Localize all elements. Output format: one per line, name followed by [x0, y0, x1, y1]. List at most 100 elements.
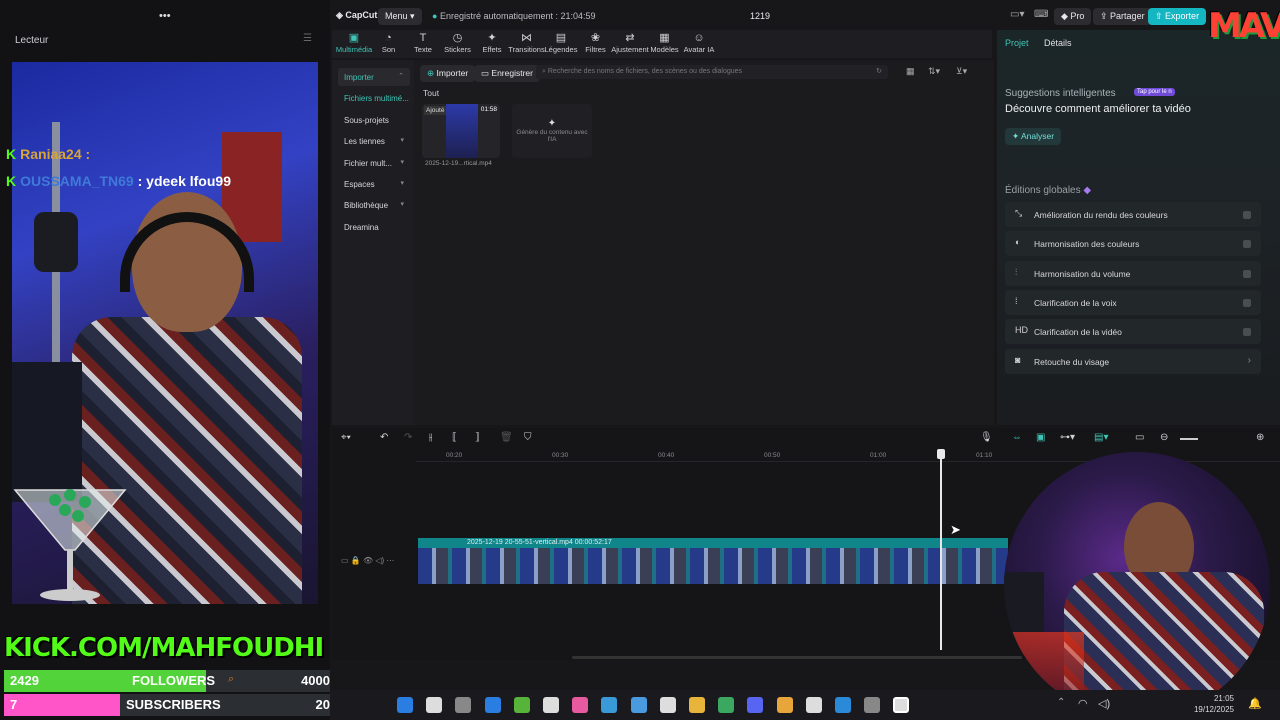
global-edit-item[interactable]: ⁞ Clarification de la voix: [1005, 289, 1261, 315]
sidebar-item-fichier-mult-[interactable]: Fichier mult... ▾: [338, 154, 410, 172]
global-edit-item[interactable]: HD Clarification de la vidéo: [1005, 319, 1261, 345]
copilot-icon[interactable]: [572, 697, 589, 713]
folder-icon[interactable]: [689, 697, 705, 713]
global-edit-item[interactable]: ⤡ Amélioration du rendu des couleurs: [1005, 202, 1261, 227]
wifi-icon[interactable]: ◠: [1078, 697, 1088, 710]
grid-view-icon[interactable]: ▦: [906, 66, 915, 77]
keyboard-icon[interactable]: ⌨: [1034, 9, 1048, 20]
filter-all-label[interactable]: Tout: [423, 88, 439, 98]
global-edits-title: Éditions globales ◆: [1005, 185, 1091, 196]
chat-separator: :: [81, 146, 91, 162]
clock-date[interactable]: 19/12/2025: [1186, 705, 1234, 714]
playhead[interactable]: [940, 450, 942, 650]
tab-project[interactable]: Projet: [1005, 38, 1029, 48]
mouse-cursor-icon: ➤: [950, 522, 961, 537]
more-options-icon[interactable]: •••: [159, 10, 171, 22]
tool-avatar-ia[interactable]: ☺ Avatar IA: [679, 32, 719, 54]
sidebar-item-espaces[interactable]: Espaces ▾: [338, 175, 410, 193]
search-icon[interactable]: [426, 697, 443, 713]
app-icon[interactable]: [776, 697, 793, 713]
sidebar-item-dreamina[interactable]: Dreamina: [338, 218, 410, 236]
record-button[interactable]: ▭ Enregistrer: [474, 65, 540, 82]
edit-label: Amélioration du rendu des couleurs: [1034, 210, 1168, 220]
tab-details[interactable]: Détails: [1044, 38, 1072, 48]
notification-icon[interactable]: 🔔: [1248, 697, 1262, 710]
caption-icon[interactable]: ▭: [1135, 432, 1144, 443]
refresh-icon[interactable]: ↻: [876, 67, 882, 75]
network-app-icon[interactable]: [484, 697, 501, 713]
studio-equipment: [1004, 572, 1044, 632]
vscode-icon[interactable]: [630, 697, 647, 713]
delete-icon[interactable]: 🗑: [500, 432, 513, 443]
edit-icon: HD: [1015, 325, 1028, 336]
edit-icon: ⤡: [1015, 208, 1023, 218]
select-tool-icon[interactable]: ⌖▾: [341, 432, 351, 443]
sidebar-item-les-tiennes[interactable]: Les tiennes ▾: [338, 132, 410, 150]
obs-icon[interactable]: [805, 697, 822, 713]
filter-icon[interactable]: ⊻▾: [956, 66, 967, 77]
toggle-switch[interactable]: [1243, 269, 1251, 278]
horizontal-scrollbar[interactable]: [572, 656, 1022, 659]
link-icon[interactable]: ⇔: [1012, 432, 1022, 443]
edge-icon[interactable]: [835, 697, 851, 713]
search-input[interactable]: ⌕ Recherche des noms de fichiers, des sc…: [536, 65, 888, 79]
tool-label: Ajustement: [611, 45, 649, 54]
split-right-icon[interactable]: ⟧: [475, 432, 480, 443]
subscribers-count: 7: [10, 697, 18, 712]
sidebar-item-importer[interactable]: Importer ⌃: [338, 68, 410, 86]
chain-icon[interactable]: ⊶▾: [1060, 432, 1075, 443]
sidebar-item-sous-projets[interactable]: Sous-projets: [338, 111, 410, 129]
steam-icon[interactable]: [543, 697, 559, 713]
toggle-switch[interactable]: [1243, 211, 1251, 219]
split-left-icon[interactable]: ⟦: [452, 432, 457, 443]
settings-icon[interactable]: [864, 697, 881, 713]
undo-icon[interactable]: ↶: [380, 432, 388, 443]
tray-up-icon[interactable]: ⌃: [1057, 697, 1065, 708]
import-button[interactable]: ⊕ Importer: [420, 65, 476, 82]
ruler-tick-label: 00:40: [658, 452, 675, 459]
track-controls[interactable]: ▭ 🔒 👁 ◁) ⋯: [341, 556, 394, 565]
sort-icon[interactable]: ⇅▾: [928, 66, 940, 77]
volume-icon[interactable]: ◁): [1098, 697, 1110, 710]
task-view-icon[interactable]: [455, 697, 472, 713]
toggle-switch[interactable]: [1243, 240, 1251, 249]
export-button[interactable]: ⇧ Exporter: [1148, 8, 1207, 25]
pro-button[interactable]: ◆ Pro: [1054, 8, 1092, 25]
split-icon[interactable]: ⫲: [429, 432, 432, 443]
microphone-icon[interactable]: 🎙: [980, 432, 993, 443]
zoom-out-icon[interactable]: ⊖: [1160, 432, 1168, 443]
ps-app-icon[interactable]: [513, 697, 530, 713]
playhead-handle[interactable]: [937, 449, 945, 459]
layout-icon[interactable]: ▭▾: [1010, 9, 1024, 20]
toggle-switch[interactable]: [1243, 298, 1251, 307]
clock-time[interactable]: 21:05: [1186, 694, 1234, 703]
windows-start-icon[interactable]: [397, 697, 413, 713]
menu-icon[interactable]: ☰: [303, 33, 312, 44]
project-name[interactable]: 1219: [750, 11, 770, 21]
capcut-icon[interactable]: [659, 697, 676, 713]
global-edit-item[interactable]: ⫶ Harmonisation du volume: [1005, 260, 1261, 286]
shield-icon[interactable]: ⛉: [524, 432, 532, 443]
zoom-in-icon[interactable]: ⊕: [1256, 432, 1264, 443]
kick-icon: K: [6, 146, 17, 162]
toggle-switch[interactable]: [1243, 328, 1251, 337]
share-button[interactable]: ⇪ Partager: [1093, 8, 1152, 25]
capcut-active-icon[interactable]: [893, 697, 910, 713]
zoom-slider[interactable]: [1180, 438, 1198, 440]
menu-button[interactable]: Menu ▾: [378, 8, 422, 25]
preview-icon[interactable]: ▤▾: [1094, 432, 1108, 443]
media-thumbnail[interactable]: Ajouté 01:58: [422, 104, 500, 158]
sidebar-item-biblioth-que[interactable]: Bibliothèque ▾: [338, 196, 410, 214]
sidebar-item-fichiers-multim-[interactable]: Fichiers multimé...: [338, 89, 410, 107]
secondary-webcam: [1004, 452, 1270, 718]
project-panel: Projet Détails Suggestions intelligentes…: [997, 30, 1280, 425]
magnet-icon[interactable]: ▣: [1036, 432, 1045, 443]
global-edit-item[interactable]: ◐ Harmonisation des couleurs: [1005, 231, 1261, 257]
global-edit-item[interactable]: ◙ Retouche du visage ›: [1005, 348, 1261, 374]
analyze-button[interactable]: ✦ Analyser: [1005, 128, 1062, 145]
redo-icon[interactable]: ↷: [404, 432, 412, 443]
ai-generate-card[interactable]: ✦ Génère du contenu avec l'IA: [512, 104, 592, 158]
discord-icon[interactable]: [747, 697, 764, 713]
store-icon[interactable]: [601, 697, 618, 713]
excel-icon[interactable]: [718, 697, 735, 713]
